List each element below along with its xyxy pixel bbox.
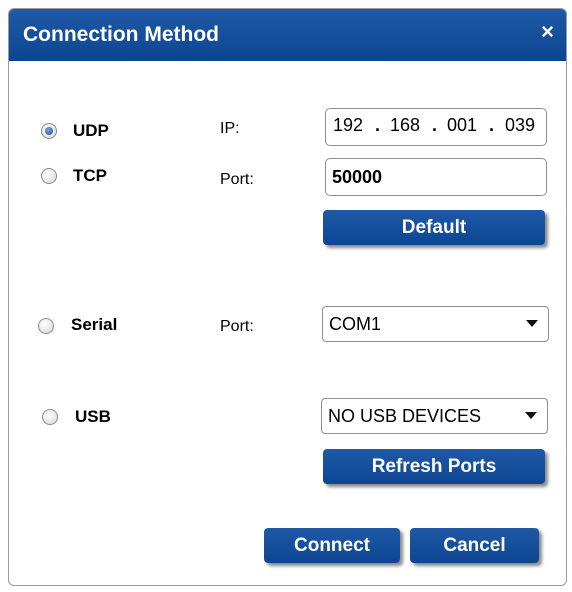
connection-method-dialog: Connection Method × UDP IP: 192 . 168 . … bbox=[8, 8, 567, 586]
connect-button[interactable]: Connect bbox=[264, 528, 400, 563]
serial-port-select[interactable]: COM1 bbox=[322, 306, 549, 342]
ip-octet-2: 168 bbox=[390, 115, 421, 135]
ip-dot-separator: . bbox=[432, 115, 438, 135]
cancel-button[interactable]: Cancel bbox=[410, 528, 539, 563]
tcp-radio[interactable] bbox=[41, 168, 57, 184]
ip-label: IP: bbox=[220, 120, 240, 137]
refresh-ports-button[interactable]: Refresh Ports bbox=[323, 449, 545, 484]
udp-radio[interactable] bbox=[41, 123, 57, 139]
ip-octet-1: 192 bbox=[333, 115, 364, 135]
usb-label: USB bbox=[75, 407, 111, 426]
serial-label: Serial bbox=[71, 315, 118, 334]
dialog-title: Connection Method bbox=[23, 23, 219, 46]
usb-radio[interactable] bbox=[42, 409, 58, 425]
ip-dot-separator: . bbox=[489, 115, 495, 135]
tcp-port-label: Port: bbox=[220, 171, 254, 188]
tcp-port-value: 50000 bbox=[332, 167, 383, 187]
close-icon[interactable]: × bbox=[541, 19, 554, 45]
dialog-titlebar: Connection Method × bbox=[9, 9, 566, 61]
ip-octet-4: 039 bbox=[505, 115, 536, 135]
ip-address-field[interactable]: 192 . 168 . 001 . 039 bbox=[325, 108, 547, 146]
tcp-label: TCP bbox=[73, 166, 107, 185]
default-button[interactable]: Default bbox=[323, 210, 545, 245]
tcp-port-field[interactable]: 50000 bbox=[325, 158, 547, 196]
serial-port-value: COM1 bbox=[329, 314, 382, 334]
chevron-down-icon bbox=[526, 320, 538, 327]
chevron-down-icon bbox=[525, 412, 537, 419]
serial-port-label: Port: bbox=[220, 318, 254, 335]
udp-label: UDP bbox=[73, 121, 109, 140]
usb-device-select[interactable]: NO USB DEVICES bbox=[321, 398, 548, 434]
serial-radio[interactable] bbox=[38, 318, 54, 334]
ip-octet-3: 001 bbox=[447, 115, 478, 135]
ip-dot-separator: . bbox=[375, 115, 381, 135]
usb-device-value: NO USB DEVICES bbox=[328, 406, 482, 426]
